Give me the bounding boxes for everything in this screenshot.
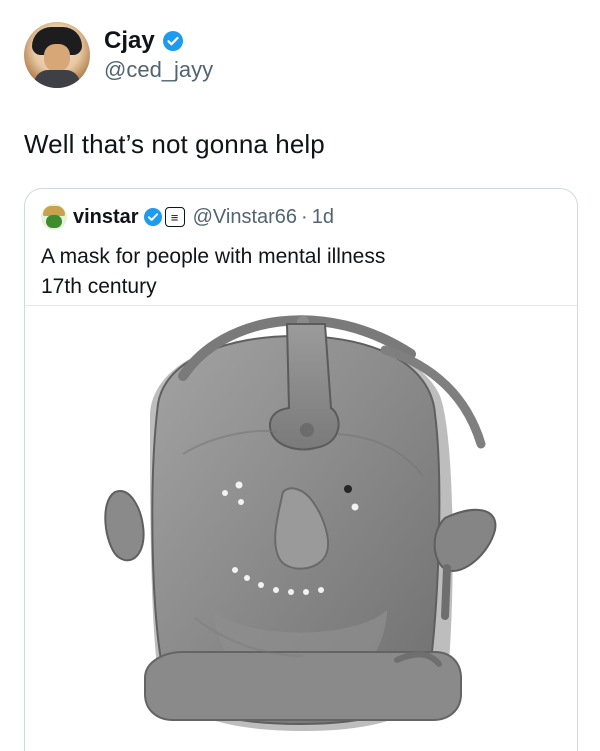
news-badge-icon: ≡ [164,207,185,227]
post-header: Cjay @ced_jayy [24,20,213,90]
author-handle[interactable]: @ced_jayy [104,56,213,84]
quote-verified-badge-icon [143,208,162,226]
quote-header: vinstar ≡ @Vinstar66 · 1d [41,204,334,230]
author-display-name[interactable]: Cjay [104,27,155,55]
quote-media-image[interactable] [25,306,577,751]
verified-badge-icon [162,31,183,51]
quote-author-handle[interactable]: @Vinstar66 [193,205,297,229]
quote-card[interactable]: vinstar ≡ @Vinstar66 · 1d A mask for peo… [24,188,578,751]
tweet-text: Well that’s not gonna help [24,129,325,159]
avatar-shirt [34,70,80,88]
quote-avatar-face [46,215,62,228]
quote-text-line-2: 17th century [41,275,157,298]
avatar-face [44,44,70,72]
separator-dot: · [301,206,308,228]
author-name-block: Cjay @ced_jayy [104,26,213,84]
author-name-row: Cjay [104,26,213,56]
iron-mask-photo-icon [104,315,497,731]
quote-time[interactable]: 1d [312,205,334,229]
author-avatar[interactable] [24,22,90,88]
quote-author-avatar[interactable] [41,204,67,230]
quote-text-line-1: A mask for people with mental illness [41,245,386,268]
quote-author-display-name[interactable]: vinstar [73,205,139,229]
